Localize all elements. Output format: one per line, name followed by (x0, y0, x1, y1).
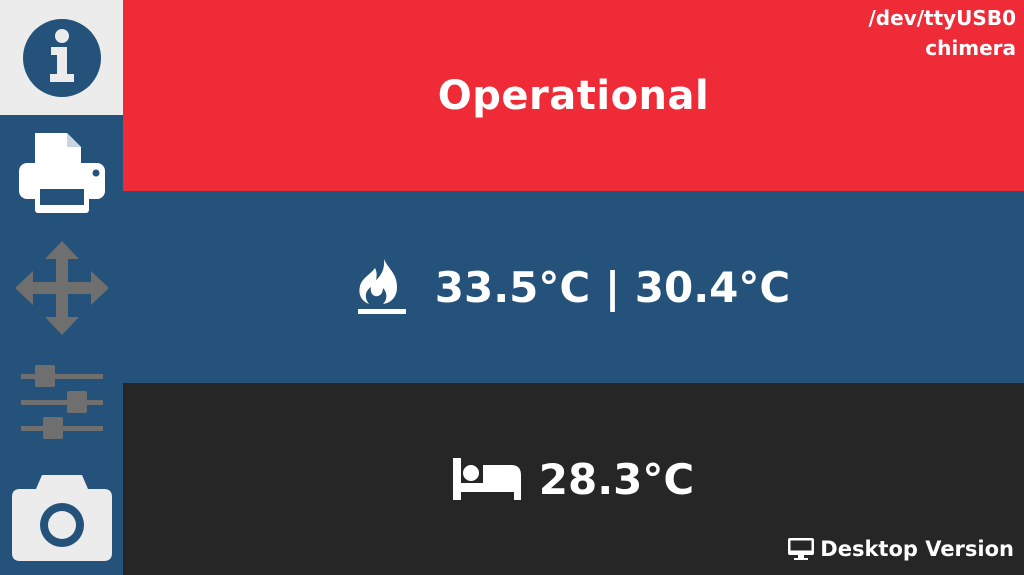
printer-name: chimera (925, 36, 1016, 60)
bed-icon (452, 458, 521, 500)
sidebar-item-move[interactable] (0, 230, 123, 345)
sliders-icon (20, 364, 103, 439)
status-panel: Operational /dev/ttyUSB0 chimera (123, 0, 1024, 191)
bed-temperature: 28.3°C (538, 454, 695, 504)
sidebar-item-print[interactable] (0, 115, 123, 230)
desktop-version-link[interactable]: Desktop Version (788, 537, 1014, 561)
desktop-version-label: Desktop Version (820, 537, 1014, 561)
fire-icon (357, 259, 406, 314)
hotend-panel: 33.5°C | 30.4°C (123, 191, 1024, 383)
connection-info: /dev/ttyUSB0 chimera (869, 3, 1017, 63)
camera-icon (11, 474, 112, 561)
bed-panel: 28.3°C Desktop Version (123, 383, 1024, 575)
sidebar-item-info[interactable] (0, 0, 123, 115)
sidebar-item-webcam[interactable] (0, 460, 123, 575)
sidebar-item-control[interactable] (0, 345, 123, 460)
printer-status: Operational (437, 72, 710, 119)
move-arrows-icon (14, 240, 109, 335)
sidebar (0, 0, 123, 575)
hotend-temperature: 33.5°C | 30.4°C (434, 262, 791, 312)
connection-port: /dev/ttyUSB0 (868, 6, 1017, 30)
printer-icon (18, 132, 105, 213)
main-content: Operational /dev/ttyUSB0 chimera 33.5°C … (123, 0, 1024, 575)
monitor-icon (788, 538, 815, 560)
info-icon (22, 18, 101, 97)
